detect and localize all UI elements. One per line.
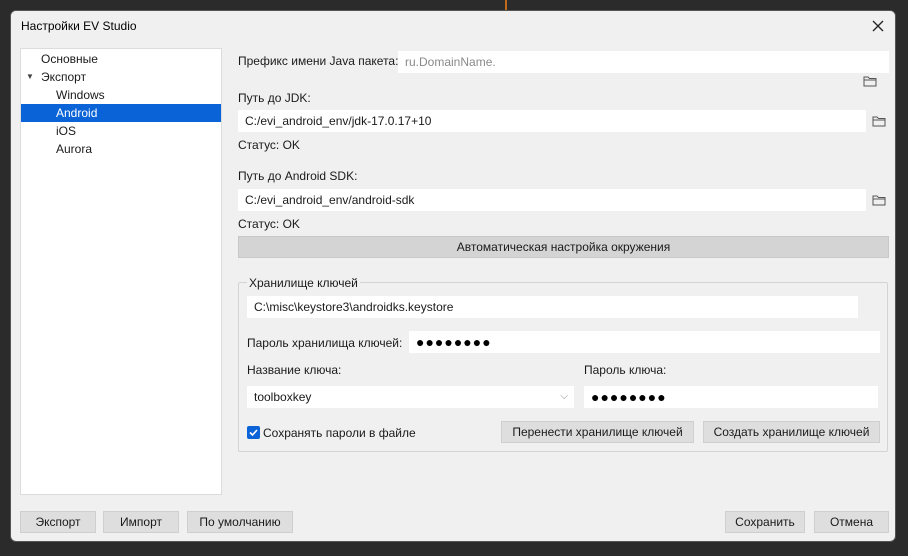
jdk-label: Путь до JDK:	[238, 91, 311, 105]
tree-item-label: Android	[56, 106, 98, 120]
package-prefix-input[interactable]	[398, 51, 889, 73]
key-password-label: Пароль ключа:	[584, 363, 667, 377]
sdk-path-input[interactable]	[238, 189, 866, 211]
sdk-label: Путь до Android SDK:	[238, 169, 358, 183]
checkmark-icon	[249, 429, 258, 437]
sdk-browse-folder-icon[interactable]	[872, 194, 886, 206]
export-button[interactable]: Экспорт	[20, 511, 96, 533]
key-password-input[interactable]: ●●●●●●●●	[584, 386, 878, 408]
settings-tree: Основные ▼ Экспорт Windows Android iOS A…	[20, 48, 222, 495]
expand-arrow-icon[interactable]: ▼	[26, 68, 34, 86]
tree-item-ios[interactable]: iOS	[21, 122, 221, 140]
defaults-button[interactable]: По умолчанию	[187, 511, 293, 533]
tree-item-label: Windows	[56, 88, 105, 102]
close-icon	[872, 20, 884, 32]
cancel-button[interactable]: Отмена	[814, 511, 889, 533]
chevron-down-icon: ⌵	[560, 391, 568, 402]
tree-item-label: iOS	[56, 124, 77, 138]
save-passwords-label: Сохранять пароли в файле	[263, 426, 416, 440]
create-keystore-button[interactable]: Создать хранилище ключей	[703, 421, 880, 443]
tree-item-label: Основные	[41, 52, 98, 66]
tree-item-aurora[interactable]: Aurora	[21, 140, 221, 158]
title-bar: Настройки EV Studio	[11, 11, 895, 41]
window-title: Настройки EV Studio	[21, 19, 137, 33]
import-button[interactable]: Импорт	[103, 511, 179, 533]
tree-item-label: Aurora	[56, 142, 93, 156]
sdk-status: Статус: OK	[238, 217, 300, 231]
close-button[interactable]	[867, 15, 889, 37]
jdk-browse-folder-icon[interactable]	[872, 115, 886, 127]
tree-item-android[interactable]: Android	[21, 104, 221, 122]
tree-item-windows[interactable]: Windows	[21, 86, 221, 104]
background-accent-line	[505, 0, 507, 10]
keystore-password-input[interactable]: ●●●●●●●●	[409, 331, 880, 353]
key-name-label: Название ключа:	[247, 363, 342, 377]
keystore-password-label: Пароль хранилища ключей:	[247, 336, 403, 350]
key-name-value: toolboxkey	[254, 390, 312, 404]
tree-item-basic[interactable]: Основные	[21, 50, 221, 68]
tree-item-label: Экспорт	[41, 70, 87, 84]
settings-dialog: Настройки EV Studio Основные ▼ Экспорт W…	[10, 10, 896, 542]
jdk-status: Статус: OK	[238, 138, 300, 152]
folder-icon[interactable]	[863, 75, 877, 87]
move-keystore-button[interactable]: Перенести хранилище ключей	[501, 421, 694, 443]
save-button[interactable]: Сохранить	[725, 511, 805, 533]
auto-setup-button[interactable]: Автоматическая настройка окружения	[238, 236, 889, 258]
package-prefix-label: Префикс имени Java пакета:	[238, 54, 399, 68]
keystore-group-title: Хранилище ключей	[247, 276, 360, 290]
tree-item-export[interactable]: ▼ Экспорт	[21, 68, 221, 86]
save-passwords-checkbox[interactable]	[247, 426, 260, 439]
keystore-path-input[interactable]	[247, 296, 858, 318]
jdk-path-input[interactable]	[238, 110, 866, 132]
key-name-select[interactable]: toolboxkey ⌵	[247, 386, 574, 408]
